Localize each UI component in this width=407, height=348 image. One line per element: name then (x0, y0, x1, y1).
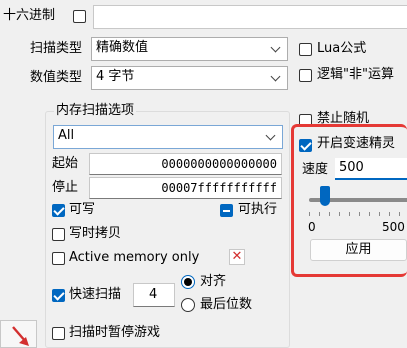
hex-label: 十六进制 (3, 8, 56, 23)
pause-game-checkbox[interactable] (52, 327, 65, 340)
slider-thumb[interactable] (320, 186, 330, 206)
executable-checkbox[interactable] (220, 204, 233, 217)
fast-scan-checkbox[interactable] (52, 289, 65, 302)
slider-tick (329, 212, 330, 216)
writable-label: 可写 (69, 202, 96, 217)
value-type-value: 4 字节 (96, 69, 135, 84)
logical-not-label: 逻辑"非"运算 (317, 67, 394, 82)
slider-tick (379, 212, 380, 216)
slider-tick (389, 212, 390, 216)
close-icon[interactable]: ✕ (229, 249, 245, 265)
fast-scan-alignment-input[interactable]: 4 (133, 283, 175, 307)
chevron-down-icon (270, 71, 281, 82)
speed-label: 速度 (302, 162, 329, 177)
lua-formula-label: Lua公式 (317, 41, 367, 56)
scan-value-input[interactable] (93, 5, 407, 29)
slider-tick (349, 212, 350, 216)
chevron-down-icon (265, 130, 276, 141)
memory-scan-options-title: 内存扫描选项 (54, 102, 137, 120)
slider-tick (399, 212, 400, 216)
slider-max-label: 500 (382, 220, 405, 234)
active-memory-checkbox[interactable] (52, 252, 65, 265)
slider-min-label: 0 (308, 220, 316, 234)
last-digits-radio[interactable] (181, 298, 195, 312)
active-memory-label: Active memory only (69, 250, 200, 265)
logical-not-checkbox[interactable] (299, 69, 312, 82)
memory-region-value: All (58, 128, 75, 143)
scan-type-select[interactable]: 精确数值 (91, 37, 288, 61)
memory-region-select[interactable]: All (53, 125, 283, 149)
writable-checkbox[interactable] (52, 204, 65, 217)
speed-input[interactable]: 500 (335, 158, 407, 180)
fast-scan-label: 快速扫描 (69, 287, 122, 302)
speed-slider[interactable] (305, 186, 407, 216)
copy-on-write-label: 写时拷贝 (69, 226, 122, 241)
start-address-label: 起始 (52, 156, 79, 171)
start-address-input[interactable]: 0000000000000000 (89, 153, 282, 175)
enable-speedhack-checkbox[interactable] (299, 139, 312, 152)
executable-label: 可执行 (238, 202, 278, 217)
enable-speedhack-label: 开启变速精灵 (317, 136, 396, 151)
slider-tick (369, 212, 370, 216)
chevron-down-icon (270, 42, 281, 53)
stop-address-input[interactable]: 00007fffffffffff (89, 177, 282, 199)
slider-tick (319, 212, 320, 216)
scan-type-value: 精确数值 (96, 40, 149, 55)
pause-game-label: 扫描时暂停游戏 (69, 325, 161, 340)
diagonal-arrow-icon (12, 326, 29, 346)
value-type-select[interactable]: 4 字节 (91, 66, 288, 90)
scan-type-label: 扫描类型 (30, 41, 83, 56)
copy-on-write-checkbox[interactable] (52, 228, 65, 241)
stop-address-label: 停止 (52, 180, 79, 195)
slider-tick (339, 212, 340, 216)
hex-checkbox[interactable] (73, 10, 86, 23)
align-label: 对齐 (200, 274, 227, 289)
value-type-label: 数值类型 (30, 70, 83, 85)
align-radio[interactable] (181, 275, 195, 289)
slider-tick (359, 212, 360, 216)
last-digits-label: 最后位数 (200, 297, 253, 312)
lua-formula-checkbox[interactable] (299, 43, 312, 56)
apply-button[interactable]: 应用 (310, 239, 407, 261)
slider-tick (309, 212, 310, 216)
arrow-button[interactable] (0, 320, 37, 348)
slider-ticks (309, 212, 407, 216)
